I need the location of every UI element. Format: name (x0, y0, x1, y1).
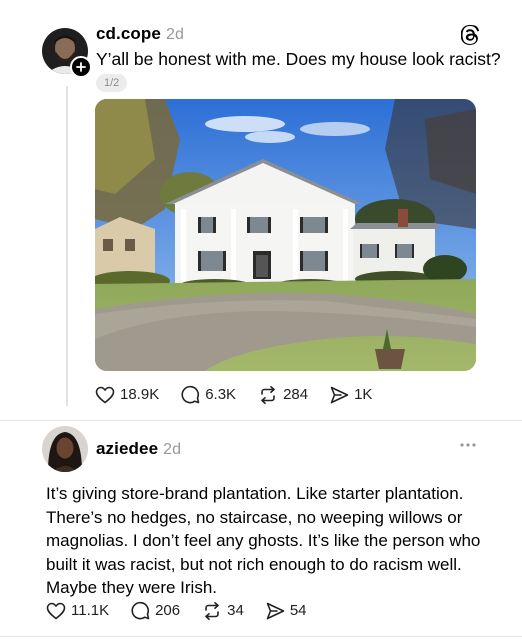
timestamp: 2d (165, 26, 184, 43)
reply-button[interactable]: 206 (131, 601, 180, 620)
text-line: It’s giving store-brand plantation. Like… (46, 484, 464, 503)
reply-button[interactable]: 6.3K (181, 385, 236, 404)
repost-icon (205, 601, 219, 620)
avatar[interactable] (42, 426, 88, 472)
share-button[interactable]: 54 (266, 602, 307, 620)
like-count: 11.1K (71, 602, 110, 619)
post-author[interactable]: cd.cope 2d (96, 24, 184, 44)
thread-connector (66, 86, 68, 406)
share-icon (330, 386, 349, 403)
bottom-divider (0, 636, 522, 637)
repost-button[interactable]: 34 (202, 601, 244, 620)
post2-actions: 11.1K 206 34 54 (46, 601, 329, 620)
share-icon (266, 602, 285, 619)
repost-count: 284 (283, 386, 309, 403)
repost-button[interactable]: 284 (258, 385, 309, 404)
share-count: 1K (354, 386, 373, 403)
reply-count: 206 (155, 602, 181, 619)
threads-icon[interactable] (461, 25, 481, 45)
like-button[interactable]: 11.1K (46, 602, 109, 620)
repost-count: 34 (227, 602, 244, 619)
comment-icon (131, 601, 150, 620)
reply-text: It’s giving store-brand plantation. Like… (46, 482, 480, 600)
heart-icon (95, 386, 115, 403)
username[interactable]: aziedee (96, 439, 158, 458)
text-line: built it was racist, but not rich enough… (46, 554, 462, 574)
more-icon[interactable] (458, 440, 478, 450)
post-text: Y’all be honest with me. Does my house l… (96, 49, 501, 69)
username[interactable]: cd.cope (96, 24, 161, 43)
text-line: magnolias. I don’t feel any ghosts. It’s… (46, 531, 481, 550)
reply-count: 6.3K (205, 386, 237, 403)
post-image[interactable] (95, 99, 476, 371)
repost-icon (261, 385, 275, 404)
timestamp: 2d (163, 441, 182, 458)
post-author[interactable]: aziedee 2d (96, 439, 181, 459)
share-button[interactable]: 1K (330, 386, 372, 404)
share-count: 54 (289, 602, 307, 619)
text-line: Maybe they were Irish. (46, 578, 218, 597)
follow-button[interactable] (70, 56, 92, 78)
page-indicator: 1/2 (96, 74, 128, 92)
text-line: There’s no hedges, no staircase, no weep… (46, 507, 463, 527)
post-divider (0, 420, 522, 421)
post1-actions: 18.9K 6.3K 284 1K (95, 385, 394, 404)
like-button[interactable]: 18.9K (95, 386, 159, 404)
plus-icon (76, 62, 86, 72)
heart-icon (46, 602, 66, 619)
comment-icon (181, 385, 200, 404)
like-count: 18.9K (120, 386, 160, 403)
